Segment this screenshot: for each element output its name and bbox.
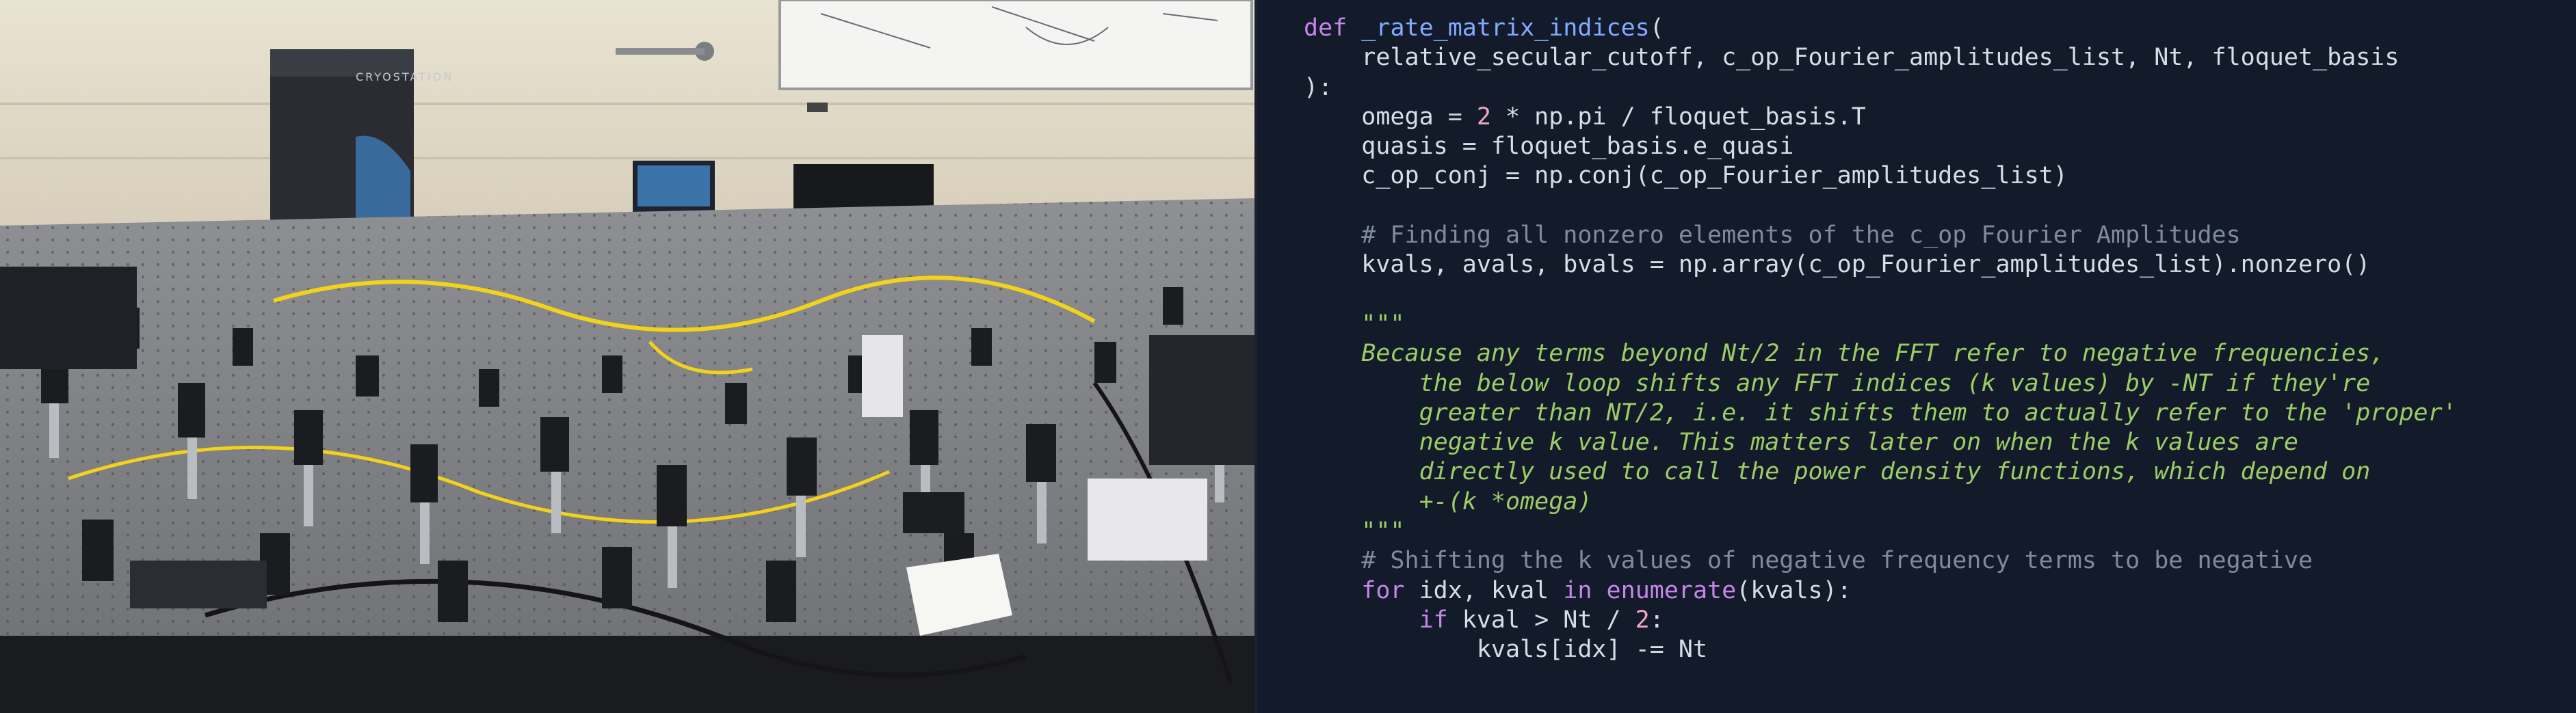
- code-token: enumerate: [1606, 576, 1737, 604]
- code-token: 2: [1635, 606, 1650, 634]
- code-token: 2: [1476, 103, 1491, 131]
- code-line: c_op_conj = np.conj(c_op_Fourier_amplitu…: [1304, 161, 2457, 191]
- code-line: kvals[idx] -= Nt: [1304, 635, 2457, 664]
- code-token: in: [1563, 576, 1592, 604]
- code-token: Because any terms beyond Nt/2 in the FFT…: [1304, 340, 2385, 368]
- code-token: _rate_matrix_indices: [1361, 14, 1650, 42]
- code-line: if kval > Nt / 2:: [1304, 606, 2457, 635]
- code-line: directly used to call the power density …: [1304, 457, 2457, 487]
- code-token: (kvals):: [1736, 576, 1852, 604]
- code-token: c_op_conj = np.conj(c_op_Fourier_amplitu…: [1304, 162, 2068, 190]
- code-token: """: [1304, 517, 1405, 546]
- code-token: +-(k *omega): [1304, 487, 1592, 515]
- code-token: kval > Nt /: [1447, 606, 1635, 634]
- code-line: greater than NT/2, i.e. it shifts them t…: [1304, 399, 2457, 428]
- code-line: +-(k *omega): [1304, 487, 2457, 517]
- code-line: omega = 2 * np.pi / floquet_basis.T: [1304, 103, 2457, 132]
- code-token: # Finding all nonzero elements of the c_…: [1304, 221, 2241, 250]
- code-line: Because any terms beyond Nt/2 in the FFT…: [1304, 339, 2457, 368]
- code-token: :: [1649, 606, 1664, 634]
- code-token: """: [1304, 310, 1405, 338]
- code-line: kvals, avals, bvals = np.array(c_op_Four…: [1304, 250, 2457, 280]
- code-token: greater than NT/2, i.e. it shifts them t…: [1304, 399, 2457, 427]
- code-token: # Shifting the k values of negative freq…: [1304, 547, 2313, 575]
- code-token: kvals[idx] -= Nt: [1304, 636, 1708, 664]
- code-line: quasis = floquet_basis.e_quasi: [1304, 132, 2457, 161]
- code-line: ):: [1304, 73, 2457, 103]
- code-token: for: [1304, 576, 1405, 604]
- lab-photo-illustration: CRYOSTATION: [0, 0, 1254, 713]
- code-line: # Shifting the k values of negative freq…: [1304, 546, 2457, 576]
- code-token: if: [1304, 606, 1448, 634]
- code-token: =: [1447, 103, 1477, 131]
- code-token: directly used to call the power density …: [1304, 458, 2371, 486]
- code-token: idx, kval: [1404, 576, 1564, 604]
- code-token: def: [1304, 14, 1362, 42]
- code-token: * np.pi / floquet_basis.T: [1490, 103, 1866, 131]
- code-line: def _rate_matrix_indices(: [1304, 14, 2457, 43]
- code-editor: def _rate_matrix_indices( relative_secul…: [1257, 0, 2576, 713]
- code-token: quasis = floquet_basis.e_quasi: [1304, 133, 1794, 161]
- code-line: """: [1304, 310, 2457, 339]
- code-token: (: [1649, 14, 1664, 42]
- code-line: relative_secular_cutoff, c_op_Fourier_am…: [1304, 43, 2457, 72]
- code-block: def _rate_matrix_indices( relative_secul…: [1304, 14, 2457, 665]
- code-token: relative_secular_cutoff, c_op_Fourier_am…: [1304, 44, 2400, 72]
- code-token: negative k value. This matters later on …: [1304, 429, 2298, 457]
- code-line: the below loop shifts any FFT indices (k…: [1304, 369, 2457, 399]
- code-line: negative k value. This matters later on …: [1304, 428, 2457, 457]
- code-token: ):: [1304, 73, 1333, 101]
- cryostation-label: CRYOSTATION: [356, 70, 454, 83]
- lab-photo: CRYOSTATION: [0, 0, 1254, 713]
- code-line: for idx, kval in enumerate(kvals):: [1304, 576, 2457, 606]
- code-token: omega: [1304, 103, 1448, 131]
- code-line: """: [1304, 517, 2457, 546]
- code-line: # Finding all nonzero elements of the c_…: [1304, 221, 2457, 250]
- code-token: kvals, avals, bvals = np.array(c_op_Four…: [1304, 251, 2371, 279]
- code-token: the below loop shifts any FFT indices (k…: [1304, 369, 2371, 397]
